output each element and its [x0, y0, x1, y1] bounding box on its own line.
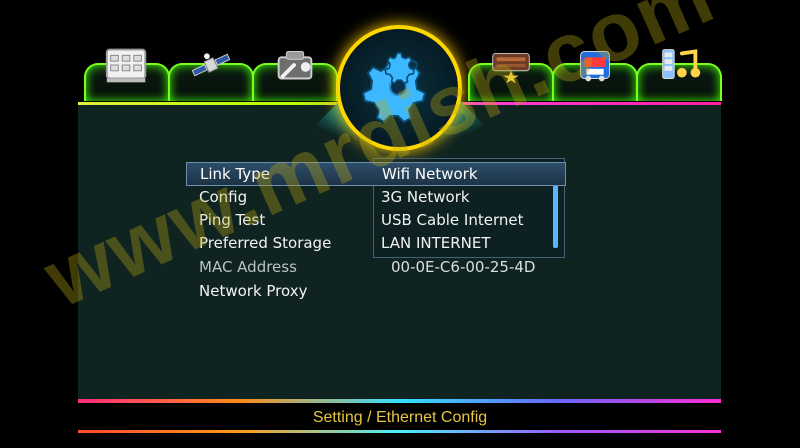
tv-guide-icon: [101, 41, 153, 89]
dropdown-option-3g-network[interactable]: 3G Network: [381, 188, 470, 206]
screen: Link Type Wifi Network Config 3G Network…: [0, 0, 800, 448]
bottom-divider: [78, 399, 721, 403]
satellite-icon: [185, 41, 237, 89]
menu-item-network-proxy[interactable]: Network Proxy: [186, 280, 564, 302]
tools-icon: [269, 41, 321, 89]
mac-address-value: 00-0E-C6-00-25-4D: [391, 258, 536, 276]
menu-label-network-proxy: Network Proxy: [199, 282, 308, 300]
dropdown-option-lan-internet[interactable]: LAN INTERNET: [381, 234, 491, 252]
tab-tools[interactable]: [252, 51, 338, 101]
dropdown-option-usb-cable-internet[interactable]: USB Cable Internet: [381, 211, 523, 229]
tab-satellite[interactable]: [168, 53, 254, 101]
bottom-divider-2: [78, 430, 721, 433]
tab-tv-guide[interactable]: [84, 48, 170, 101]
breadcrumb-footer: Setting / Ethernet Config: [312, 409, 488, 426]
menu-item-mac-address: MAC Address 00-0E-C6-00-25-4D: [186, 256, 564, 278]
